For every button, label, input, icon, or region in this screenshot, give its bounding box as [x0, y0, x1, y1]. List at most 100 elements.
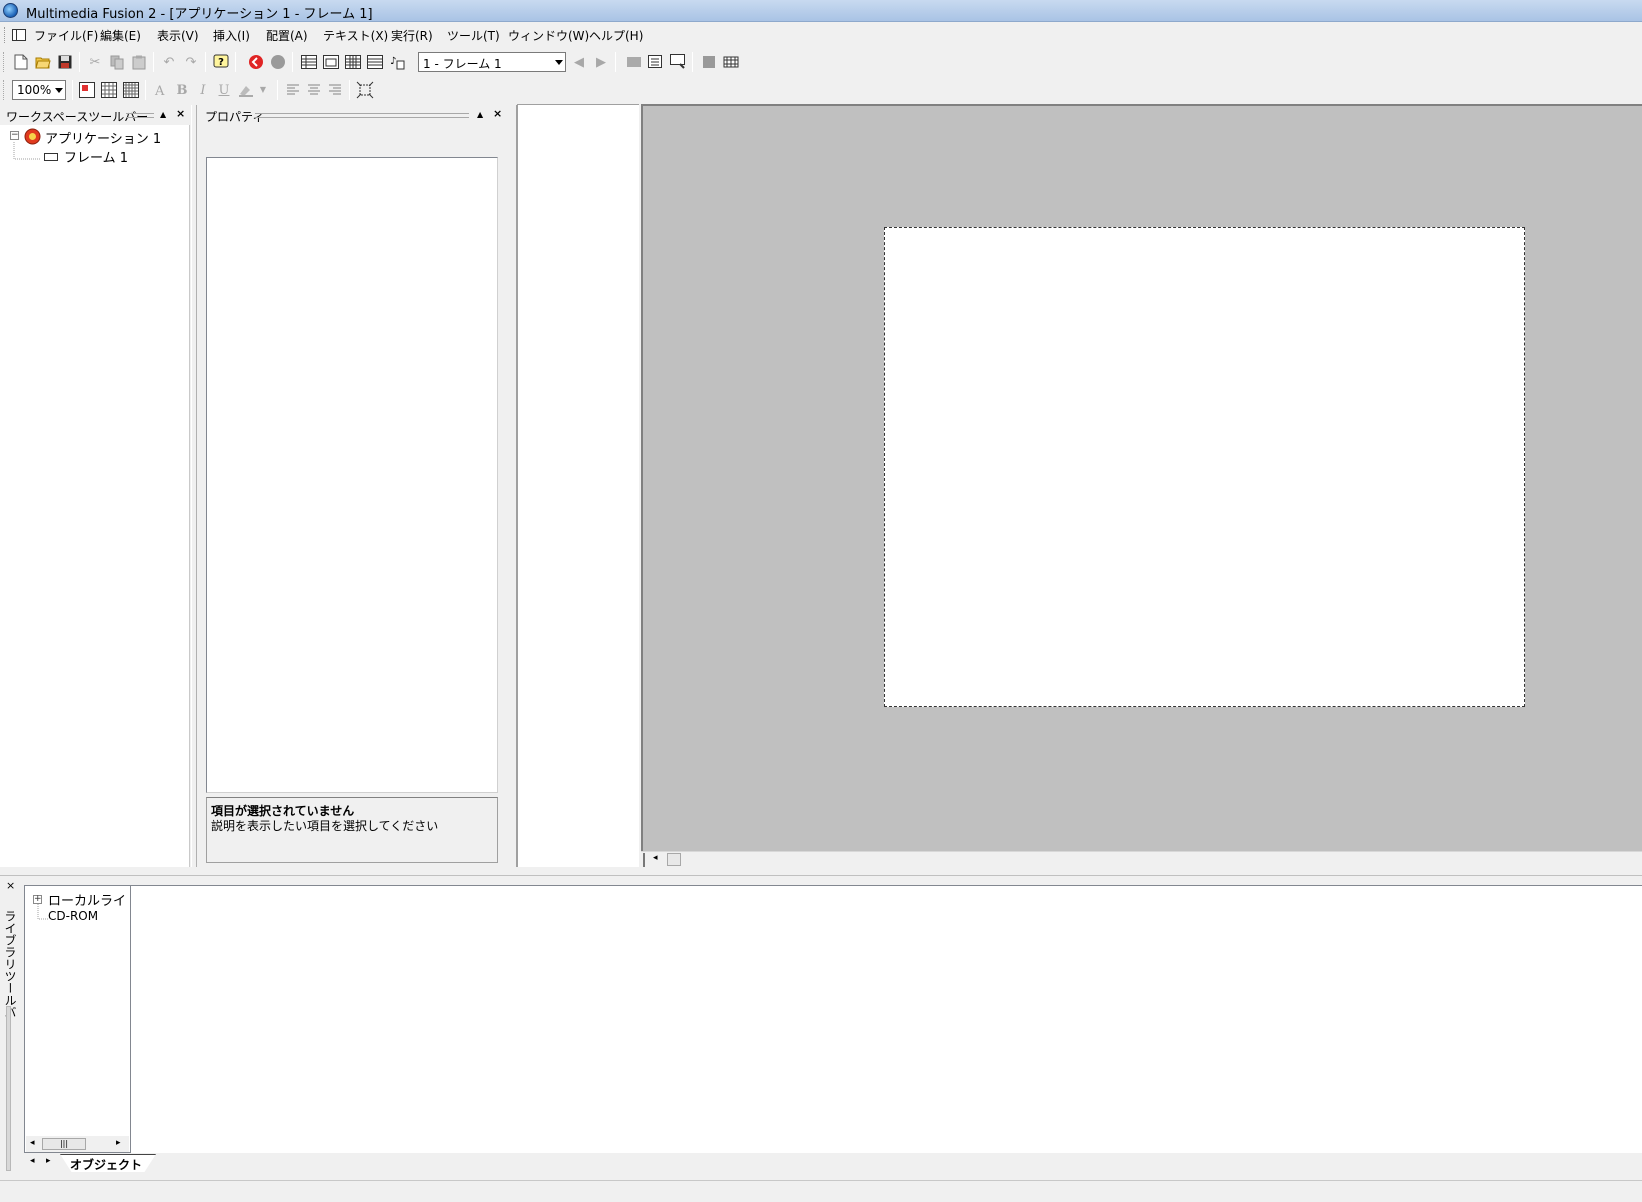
properties-header[interactable]: プロパティ ▲ ×: [197, 105, 509, 125]
align-left-icon[interactable]: [284, 81, 302, 99]
toolbar-grip[interactable]: [3, 52, 6, 72]
panel-splitter[interactable]: [509, 105, 517, 867]
grid-setup-icon[interactable]: [122, 81, 140, 99]
title-bar[interactable]: Multimedia Fusion 2 - [アプリケーション 1 - フレーム…: [0, 0, 1642, 22]
close-icon[interactable]: ×: [493, 107, 502, 120]
editor-toolbar: 100% A B I U ▼: [0, 76, 1642, 104]
menu-edit[interactable]: 編集(E): [100, 27, 141, 44]
menu-view[interactable]: 表示(V): [157, 27, 199, 44]
menu-file[interactable]: ファイル(F): [34, 27, 98, 44]
run-application-icon[interactable]: [247, 53, 265, 71]
copy-icon[interactable]: [108, 53, 126, 71]
collapse-icon[interactable]: ▲: [160, 110, 166, 119]
align-right-icon[interactable]: [326, 81, 344, 99]
text-font-icon[interactable]: A: [152, 81, 170, 99]
tree-item-application[interactable]: アプリケーション 1: [45, 128, 161, 147]
menu-window[interactable]: ウィンドウ(W): [508, 27, 589, 44]
scroll-left-icon[interactable]: ◂: [653, 853, 658, 863]
app-icon[interactable]: [3, 3, 18, 18]
redo-icon[interactable]: ↷: [182, 53, 200, 71]
bold-icon[interactable]: B: [173, 81, 191, 99]
application-icon: [24, 128, 41, 145]
run-frame-icon[interactable]: [625, 53, 643, 71]
align-center-icon[interactable]: [305, 81, 323, 99]
tab-scroll-right-icon[interactable]: ▸: [46, 1156, 51, 1166]
frame-select[interactable]: 1 - フレーム 1: [418, 52, 566, 72]
svg-text:?: ?: [218, 57, 224, 68]
help-icon[interactable]: ?: [212, 53, 230, 71]
tree-item-frame[interactable]: フレーム 1: [64, 147, 128, 166]
menu-help[interactable]: ヘルプ(H): [589, 27, 643, 44]
storyboard-editor-icon[interactable]: [300, 53, 318, 71]
tab-objects[interactable]: オブジェクト: [60, 1154, 157, 1172]
cut-icon[interactable]: ✂: [86, 53, 104, 71]
scroll-track-edge: [643, 853, 645, 867]
scroll-thumb[interactable]: |||: [42, 1138, 86, 1150]
window-title: Multimedia Fusion 2 - [アプリケーション 1 - フレーム…: [26, 7, 373, 22]
event-editor-icon[interactable]: [344, 53, 362, 71]
snap-grid-icon[interactable]: [100, 81, 118, 99]
workspace-header[interactable]: ワークスペースツールバー ▲ ×: [0, 105, 190, 125]
menu-arrange[interactable]: 配置(A): [266, 27, 308, 44]
close-icon[interactable]: ×: [176, 107, 185, 120]
tree-expander[interactable]: +: [33, 895, 42, 904]
chevron-down-icon: [555, 60, 563, 65]
text-color-icon[interactable]: [237, 81, 255, 99]
show-grid-icon[interactable]: [78, 81, 96, 99]
zoom-select[interactable]: 100%: [12, 80, 66, 100]
frame-canvas[interactable]: [884, 227, 1525, 707]
film-icon[interactable]: [722, 53, 740, 71]
frame-editor[interactable]: [641, 104, 1642, 851]
panel-grip[interactable]: [126, 113, 154, 118]
frame-horizontal-scrollbar[interactable]: ◂: [641, 851, 1642, 867]
library-tree-scrollbar[interactable]: ◂ ||| ▸: [26, 1136, 129, 1152]
tree-expander[interactable]: −: [10, 131, 19, 140]
menu-run[interactable]: 実行(R): [391, 27, 433, 44]
svg-text:♪: ♪: [390, 56, 396, 67]
data-elements-icon[interactable]: ♪: [388, 53, 406, 71]
menu-tools[interactable]: ツール(T): [447, 27, 500, 44]
menu-text[interactable]: テキスト(X): [323, 27, 388, 44]
fit-frame-icon[interactable]: [356, 81, 374, 99]
tab-scroll-left-icon[interactable]: ◂: [30, 1156, 35, 1166]
document-window-icon[interactable]: [12, 29, 26, 41]
library-content[interactable]: [131, 885, 1642, 1153]
frame-editor-icon[interactable]: [322, 53, 340, 71]
save-icon[interactable]: [56, 53, 74, 71]
library-tree[interactable]: + ローカルライ CD-ROM ◂ ||| ▸: [24, 885, 131, 1153]
stop-icon[interactable]: [269, 53, 287, 71]
scroll-left-icon[interactable]: ◂: [30, 1138, 35, 1148]
status-bar: [0, 1180, 1642, 1202]
preview-icon[interactable]: [669, 53, 687, 71]
build-run-icon[interactable]: [647, 53, 665, 71]
menu-grip[interactable]: [4, 27, 7, 43]
tree-item-local-library[interactable]: ローカルライ: [48, 890, 126, 909]
svg-text:A: A: [154, 84, 165, 98]
undo-icon[interactable]: ↶: [160, 53, 178, 71]
library-grip[interactable]: [6, 1006, 11, 1171]
frame-select-value: 1 - フレーム 1: [423, 57, 502, 71]
tree-item-cd-rom[interactable]: CD-ROM: [48, 909, 98, 923]
panel-grip[interactable]: [255, 113, 469, 118]
new-file-icon[interactable]: [12, 53, 30, 71]
event-list-editor-icon[interactable]: [366, 53, 384, 71]
scroll-right-icon[interactable]: ▸: [116, 1138, 121, 1148]
property-list[interactable]: [206, 157, 498, 793]
menu-bar: ファイル(F) 編集(E) 表示(V) 挿入(I) 配置(A) テキスト(X) …: [0, 23, 1642, 47]
stop-preview-icon[interactable]: [700, 53, 718, 71]
italic-icon[interactable]: I: [194, 81, 212, 99]
layers-panel[interactable]: [517, 104, 639, 867]
paste-icon[interactable]: [130, 53, 148, 71]
scroll-thumb[interactable]: [667, 853, 681, 866]
description-body: 説明を表示したい項目を選択してください: [211, 819, 439, 833]
previous-frame-icon[interactable]: ◀: [570, 53, 588, 71]
collapse-icon[interactable]: ▲: [477, 110, 483, 119]
close-icon[interactable]: ×: [6, 879, 15, 892]
properties-panel: プロパティ ▲ × 項目が選択されていません 説明を表示したい項目を選択してくだ…: [197, 105, 509, 867]
menu-insert[interactable]: 挿入(I): [213, 27, 250, 44]
underline-icon[interactable]: U: [215, 81, 233, 99]
chevron-down-icon[interactable]: ▼: [254, 81, 272, 99]
next-frame-icon[interactable]: ▶: [592, 53, 610, 71]
open-folder-icon[interactable]: [34, 53, 52, 71]
toolbar-grip[interactable]: [3, 80, 6, 100]
